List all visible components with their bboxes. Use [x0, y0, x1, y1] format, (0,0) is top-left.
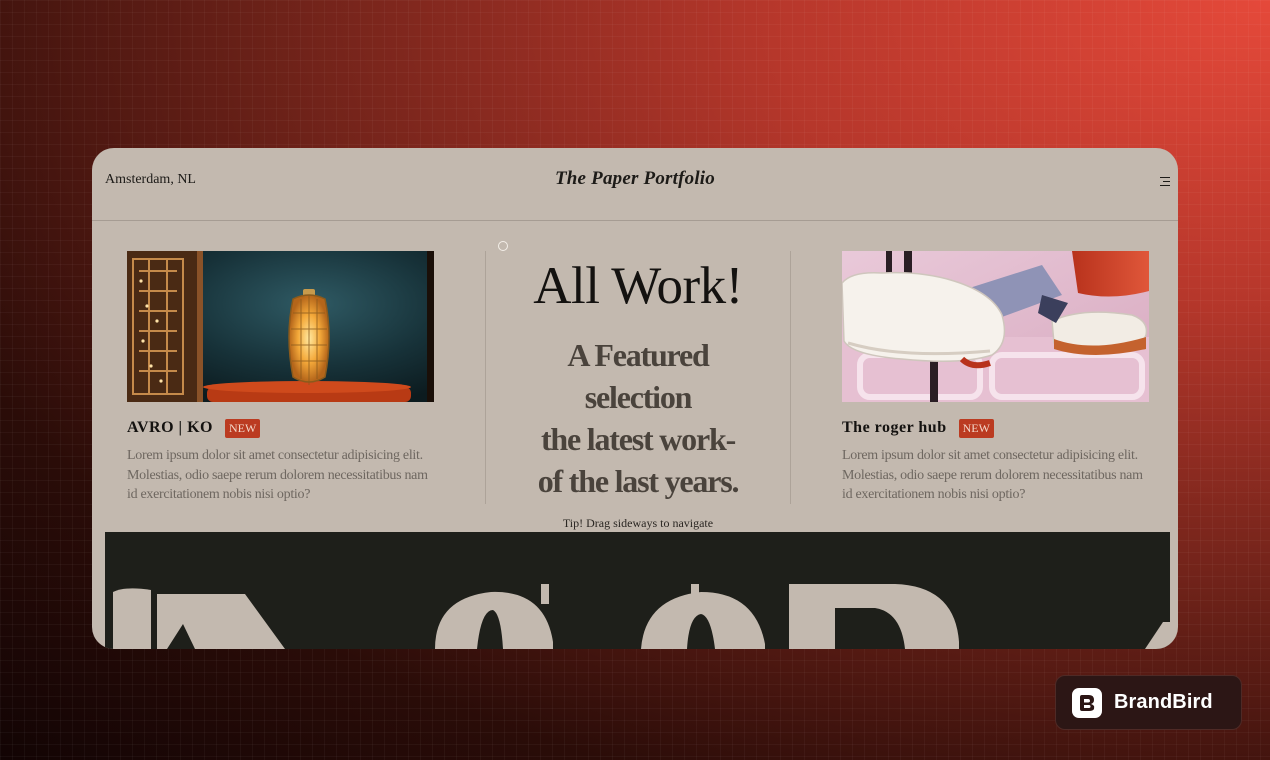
portfolio-window: Amsterdam, NL The Paper Portfolio AVRO |… [92, 148, 1178, 649]
project-card-roger-hub[interactable]: The roger hub NEW Lorem ipsum dolor sit … [842, 251, 1149, 505]
new-badge: NEW [224, 418, 261, 438]
project-description: Lorem ipsum dolor sit amet consectetur a… [842, 448, 1143, 502]
menu-icon-line [1160, 184, 1170, 187]
project-title[interactable]: The roger hub [842, 419, 947, 437]
brandbird-watermark: BrandBird [1055, 675, 1242, 730]
cursor-circle-icon [498, 241, 508, 251]
project-title-row: AVRO | KO NEW [127, 417, 434, 439]
subtitle-line: A Featured [567, 337, 709, 373]
sneakers-photo-graphic [842, 251, 1149, 402]
lantern-photo-graphic [127, 251, 434, 402]
page-subtitle: A Featured selection the latest work- of… [492, 334, 784, 502]
subtitle-line: of the last years. [537, 463, 740, 499]
lantern-photo[interactable] [127, 251, 434, 402]
project-description: Lorem ipsum dolor sit amet consectetur a… [127, 448, 428, 502]
sneakers-photo[interactable] [842, 251, 1149, 402]
subtitle-line: the latest work- [540, 421, 736, 457]
column-divider [790, 251, 791, 504]
column-divider [485, 251, 486, 504]
navigation-tip: Tip! Drag sideways to navigate [562, 516, 714, 530]
menu-icon-line [1163, 180, 1170, 183]
banner-lettering-graphic [113, 584, 1170, 649]
top-bar: Amsterdam, NL The Paper Portfolio [92, 148, 1178, 221]
page-heading: All Work! [533, 257, 743, 315]
project-title-row: The roger hub NEW [842, 417, 1149, 439]
brandbird-name: BrandBird [1114, 691, 1213, 713]
subtitle-line: selection [584, 379, 693, 415]
site-title[interactable]: The Paper Portfolio [92, 168, 1178, 190]
project-card-avro-ko[interactable]: AVRO | KO NEW Lorem ipsum dolor sit amet… [127, 251, 434, 505]
menu-icon[interactable] [1160, 177, 1170, 187]
project-title[interactable]: AVRO | KO [127, 419, 213, 437]
menu-icon-line [1160, 177, 1170, 179]
brandbird-logo-icon [1072, 687, 1102, 718]
new-badge: NEW [958, 418, 994, 438]
featured-banner[interactable] [105, 532, 1170, 649]
